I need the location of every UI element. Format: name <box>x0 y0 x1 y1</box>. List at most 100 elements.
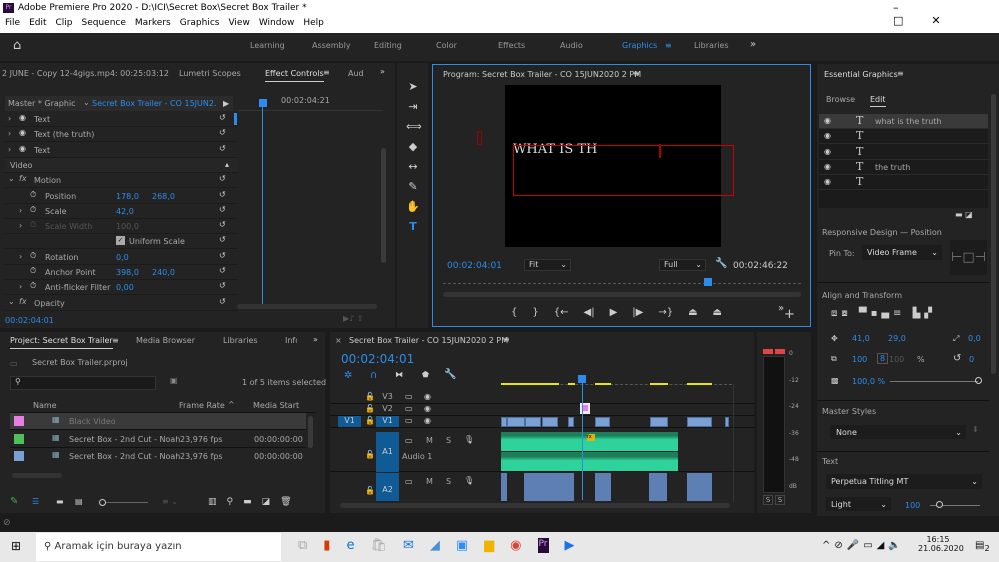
workspace-libraries[interactable]: Libraries <box>694 41 756 50</box>
program-timecode[interactable]: 00:02:04:01 <box>447 261 502 271</box>
checkbox-icon[interactable]: ✓ <box>116 236 125 246</box>
property-value[interactable]: 42,0 <box>116 207 134 216</box>
effect-row[interactable]: › ⏱ Anti-flicker Filter 0,00 ↺ <box>5 280 238 296</box>
solo-button[interactable]: S <box>446 477 451 486</box>
app-icon[interactable]: ◢ <box>430 538 440 553</box>
ripple-edit-icon[interactable]: ⟺ <box>406 117 422 137</box>
label-color-swatch[interactable] <box>14 451 24 461</box>
windows-start-icon[interactable]: ⊞ <box>11 539 21 553</box>
eye-icon[interactable]: ◉ <box>824 177 831 186</box>
mark-out-icon[interactable]: } <box>532 307 538 318</box>
fx-icon[interactable]: fx <box>19 297 27 306</box>
slip-icon[interactable]: ↔ <box>406 157 420 177</box>
play-icon[interactable]: ▶ <box>610 307 618 318</box>
effect-row[interactable]: ▴ Video <box>5 157 238 173</box>
microphone-icon[interactable]: 🎙 <box>464 476 474 485</box>
mute-button[interactable]: M <box>426 436 433 445</box>
linked-selection-icon[interactable]: ⧓ <box>395 370 403 379</box>
text-bounding-box[interactable] <box>513 145 734 196</box>
eye-icon[interactable]: ◉ <box>424 392 431 401</box>
zoom-scrollbar[interactable] <box>237 304 377 309</box>
more-workspaces-icon[interactable]: » <box>750 39 756 50</box>
property-value[interactable]: 0,00 <box>116 283 134 292</box>
eye-icon[interactable]: ◉ <box>424 404 431 413</box>
effect-row[interactable]: ⏱ Position 178,0 268,0 ↺ <box>5 188 238 204</box>
vertical-scrollbar[interactable] <box>381 148 386 263</box>
audio-clip[interactable] <box>524 473 574 501</box>
workspace-assembly[interactable]: Assembly <box>312 41 374 50</box>
column-name[interactable]: Name <box>33 401 57 410</box>
vertical-scrollbar[interactable] <box>308 416 313 448</box>
sequence-tab[interactable]: Secret Box Trailer - CO 15JUN2020 2 PM <box>349 336 508 345</box>
track-target-V1[interactable]: V1 <box>376 416 399 427</box>
sync-status-icon[interactable]: ⊘ <box>3 518 11 528</box>
razor-icon[interactable]: ◆ <box>406 137 420 157</box>
go-to-out-icon[interactable]: →} <box>658 307 673 318</box>
add-button-icon[interactable]: + <box>784 307 795 322</box>
chevron-right-icon[interactable]: › <box>19 282 22 291</box>
effect-row[interactable]: › ◉ Text (the truth) ↺ <box>5 127 238 143</box>
chevron-down-icon[interactable]: ⌄ <box>83 98 90 107</box>
property-value[interactable]: 178,0 <box>116 192 139 201</box>
eye-icon[interactable]: ◉ <box>824 147 831 156</box>
font-size-handle[interactable] <box>936 501 943 508</box>
video-clip[interactable] <box>687 417 712 427</box>
workspace-menu-icon[interactable]: ≡ <box>665 41 672 50</box>
chevron-down-icon[interactable]: ⌄ <box>8 174 15 183</box>
reset-icon[interactable]: ↺ <box>219 281 226 290</box>
sort-ascending-icon[interactable]: ^ <box>228 400 235 409</box>
tab-project[interactable]: Project: Secret Box Trailer <box>10 336 113 349</box>
effect-row[interactable]: ⌄ fx Motion ↺ <box>5 173 238 189</box>
eye-icon[interactable]: ◉ <box>19 144 26 153</box>
graphic-layer[interactable]: ◉ Tthe truth <box>819 159 988 175</box>
effect-controls-tab[interactable]: Effect Controls <box>265 69 324 82</box>
reset-icon[interactable]: ↺ <box>219 266 226 275</box>
source-patch-V1[interactable]: V1 <box>338 416 361 427</box>
play-audio-icon[interactable]: ▶♪ ⇪ <box>343 314 364 323</box>
lock-icon[interactable]: 🔓 <box>365 392 375 401</box>
effect-row[interactable]: › ⏱ Scale Width 100,0 ↺ <box>5 219 238 235</box>
mute-button[interactable]: M <box>426 477 433 486</box>
rotation-value[interactable]: 0 <box>969 355 974 364</box>
workspace-learning[interactable]: Learning <box>250 41 312 50</box>
sync-lock-icon[interactable]: ▭ <box>405 436 413 445</box>
menu-clip[interactable]: Clip <box>56 18 73 28</box>
sync-lock-icon[interactable]: ▭ <box>405 416 413 425</box>
panel-menu-icon[interactable]: ≡ <box>897 69 904 78</box>
video-clip[interactable] <box>507 417 525 427</box>
track-target-V2[interactable]: V2 <box>376 404 399 415</box>
tab-media-browser[interactable]: Media Browser <box>136 336 195 345</box>
horizontal-scrollbar[interactable] <box>12 473 62 478</box>
pin-edges-widget[interactable]: ⊢□⊣ <box>950 240 987 275</box>
track-target-A1[interactable]: A1 <box>376 432 399 472</box>
office-icon[interactable]: ▮ <box>323 538 330 553</box>
list-view-icon[interactable]: ☰ <box>32 497 39 506</box>
freeform-view-icon[interactable]: ▤ <box>75 497 83 506</box>
chevron-right-icon[interactable]: › <box>8 145 11 154</box>
font-dropdown[interactable]: Perpetua Titling MT ⌄ <box>826 474 982 489</box>
menu-file[interactable]: File <box>5 18 20 28</box>
stopwatch-icon[interactable]: ⏱ <box>30 266 36 276</box>
chevron-right-icon[interactable]: › <box>19 252 22 261</box>
task-view-icon[interactable]: ⧉ <box>298 538 307 553</box>
reset-icon[interactable]: ↺ <box>219 190 226 199</box>
eye-icon[interactable]: ◉ <box>424 416 431 425</box>
effect-row[interactable]: ⏱ Anchor Point 398,0 240,0 ↺ <box>5 265 238 280</box>
new-item-icon[interactable]: ◪ <box>262 497 281 507</box>
position-y[interactable]: 29,0 <box>888 334 906 343</box>
monitor-ruler[interactable] <box>443 283 801 288</box>
monitor-scrollbar[interactable] <box>443 292 801 297</box>
audio-clip[interactable] <box>595 473 611 501</box>
effect-row[interactable]: ✓ Uniform Scale ↺ <box>5 234 238 250</box>
chrome-icon[interactable]: ◉ <box>510 538 521 553</box>
store-icon[interactable]: 🛍 <box>370 538 387 553</box>
file-explorer-icon[interactable]: ▆ <box>484 538 494 553</box>
panel-menu-icon[interactable]: ≡ <box>112 336 119 345</box>
more-tabs-icon[interactable]: » <box>380 67 385 76</box>
reset-icon[interactable]: ↺ <box>219 220 226 229</box>
video-clip[interactable] <box>525 417 541 427</box>
reset-icon[interactable]: ↺ <box>219 144 226 153</box>
audio-clip[interactable] <box>687 473 712 501</box>
video-clip[interactable] <box>595 417 610 427</box>
icon-view-icon[interactable]: ▬ <box>56 497 64 506</box>
